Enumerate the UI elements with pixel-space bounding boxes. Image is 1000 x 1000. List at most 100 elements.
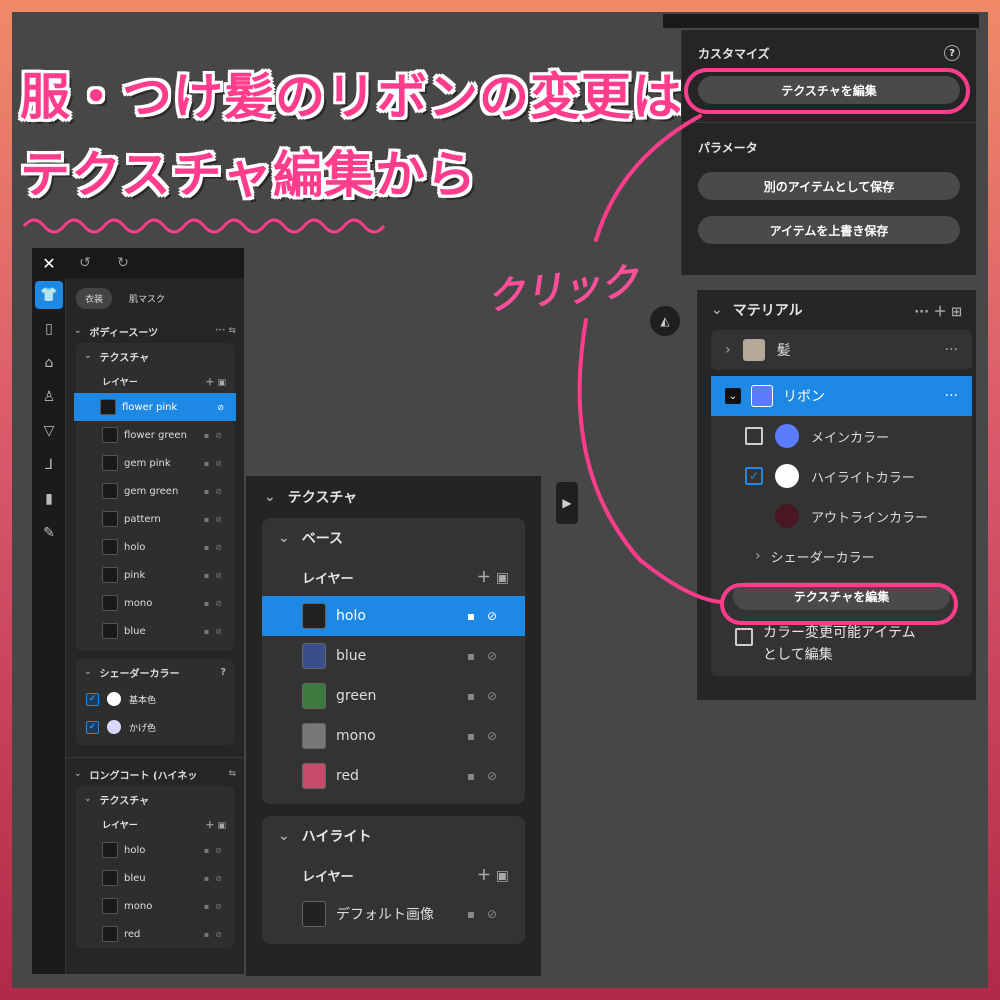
shader-item[interactable]: ✓ かげ色 xyxy=(76,713,234,741)
color-swatch[interactable] xyxy=(107,720,121,734)
lock-visibility-icons[interactable]: ▪⊘ xyxy=(204,846,228,855)
layer-item[interactable]: gem green ▪⊘ xyxy=(76,477,234,505)
layer-item[interactable]: red ▪⊘ xyxy=(262,756,525,796)
layer-name: flower green xyxy=(124,429,187,441)
top-icon[interactable]: ♙ xyxy=(32,380,66,414)
lock-visibility-icons[interactable]: ▪⊘ xyxy=(204,459,228,468)
lock-visibility-icons[interactable]: ▪⊘ xyxy=(204,627,228,636)
layer-item[interactable]: mono ▪⊘ xyxy=(262,716,525,756)
undo-icon[interactable]: ↺ xyxy=(66,248,104,278)
material-actions-icon[interactable]: ··· ＋ ⊞ xyxy=(914,301,962,320)
sock-icon[interactable]: ⅃ xyxy=(32,448,66,482)
checkbox-checked[interactable]: ✓ xyxy=(86,720,99,734)
accessory-icon[interactable]: ▮ xyxy=(32,482,66,516)
visibility-icon[interactable]: ⊘ xyxy=(217,403,230,412)
chevron-right-icon[interactable]: › xyxy=(725,342,731,358)
checkbox-unchecked[interactable] xyxy=(735,628,753,646)
close-icon[interactable]: ✕ xyxy=(32,248,66,278)
color-swatch[interactable] xyxy=(775,464,799,488)
color-outline[interactable]: アウトラインカラー xyxy=(711,496,972,536)
layer-item[interactable]: blue ▪⊘ xyxy=(262,636,525,676)
more-icon[interactable]: ··· ⇆ xyxy=(215,326,236,336)
layer-item[interactable]: pink ▪⊘ xyxy=(76,561,234,589)
lock-visibility-icons[interactable]: ▪⊘ xyxy=(204,515,228,524)
settings-icon[interactable]: ⇆ xyxy=(228,769,236,779)
layer-thumbnail xyxy=(102,842,118,858)
add-layer-icon[interactable]: ＋ ▣ xyxy=(205,375,226,388)
layer-item[interactable]: holo ▪⊘ xyxy=(76,533,234,561)
color-swatch[interactable] xyxy=(775,504,799,528)
chevron-down-icon[interactable]: ⌄ xyxy=(711,302,723,318)
pants-icon[interactable]: ▯ xyxy=(32,312,66,346)
lock-visibility-icons[interactable]: ▪⊘ xyxy=(204,487,228,496)
lock-visibility-icons[interactable]: ▪⊘ xyxy=(467,649,509,663)
save-as-new-button[interactable]: 別のアイテムとして保存 xyxy=(698,172,960,200)
more-icon[interactable]: ··· xyxy=(945,388,958,404)
texture-panel-header[interactable]: ⌄ テクスチャ xyxy=(246,476,541,518)
customize-title: カスタマイズ xyxy=(698,46,770,61)
layer-item[interactable]: mono ▪⊘ xyxy=(76,892,234,920)
layer-item[interactable]: bleu ▪⊘ xyxy=(76,864,234,892)
layer-item[interactable]: pattern ▪⊘ xyxy=(76,505,234,533)
layer-item[interactable]: gem pink ▪⊘ xyxy=(76,449,234,477)
lock-visibility-icons[interactable]: ▪⊘ xyxy=(204,543,228,552)
lock-visibility-icons[interactable]: ▪⊘ xyxy=(204,902,228,911)
checkbox-checked[interactable]: ✓ xyxy=(745,467,763,485)
shirt-icon[interactable]: 👕 xyxy=(35,281,63,309)
highlight-header[interactable]: ⌄ ハイライト xyxy=(262,816,525,856)
layer-item[interactable]: green ▪⊘ xyxy=(262,676,525,716)
lock-visibility-icons[interactable]: ▪⊘ xyxy=(467,689,509,703)
tab-costume[interactable]: 衣装 xyxy=(76,288,113,309)
bodysuit-texture-header[interactable]: ⌄ テクスチャ xyxy=(76,343,234,369)
checkbox-checked[interactable]: ✓ xyxy=(86,692,99,706)
shader-color-row[interactable]: › シェーダーカラー xyxy=(711,536,972,576)
redo-icon[interactable]: ↻ xyxy=(104,248,142,278)
lock-visibility-icons[interactable]: ▪⊘ xyxy=(204,431,228,440)
shader-color-header[interactable]: ⌄ シェーダーカラー ? xyxy=(76,659,234,685)
long-coat-texture-header[interactable]: ⌄ テクスチャ xyxy=(76,786,234,812)
layer-item[interactable]: blue ▪⊘ xyxy=(76,617,234,645)
checkbox-unchecked[interactable] xyxy=(745,427,763,445)
color-swatch[interactable] xyxy=(107,692,121,706)
chevron-down-icon[interactable]: ⌄ xyxy=(725,388,741,404)
overwrite-button[interactable]: アイテムを上書き保存 xyxy=(698,216,960,244)
color-main[interactable]: メインカラー xyxy=(711,416,972,456)
layer-item[interactable]: red ▪⊘ xyxy=(76,920,234,948)
lock-visibility-icons[interactable]: ▪⊘ xyxy=(204,571,228,580)
layer-item[interactable]: mono ▪⊘ xyxy=(76,589,234,617)
layer-item[interactable]: flower pink ⊘ xyxy=(74,393,236,421)
help-icon[interactable]: ? xyxy=(944,45,960,61)
lock-visibility-icons[interactable]: ▪⊘ xyxy=(204,874,228,883)
help-icon[interactable]: ? xyxy=(220,667,226,678)
section-bodysuit[interactable]: ⌄ ボディースーツ ··· ⇆ xyxy=(66,319,244,343)
material-item-ribbon[interactable]: ⌄ リボン ··· xyxy=(711,376,972,416)
lock-visibility-icons[interactable]: ▪⊘ xyxy=(204,599,228,608)
lock-visibility-icons[interactable]: ▪⊘ xyxy=(467,769,509,783)
material-item-hair[interactable]: › 髪 ··· xyxy=(711,330,972,370)
layer-item[interactable]: デフォルト画像 ▪⊘ xyxy=(262,894,525,934)
more-icon[interactable]: ··· xyxy=(945,342,958,358)
shader-item[interactable]: ✓ 基本色 xyxy=(76,685,234,713)
add-layer-icon[interactable]: ＋ ▣ xyxy=(477,567,509,587)
section-long-coat[interactable]: ⌄ ロングコート (ハイネッ ⇆ xyxy=(66,762,244,786)
add-layer-icon[interactable]: ＋ ▣ xyxy=(477,865,509,885)
color-changeable-line2: として編集 xyxy=(763,647,833,663)
layer-item[interactable]: holo ▪⊘ xyxy=(262,596,525,636)
lock-visibility-icons[interactable]: ▪⊘ xyxy=(204,930,228,939)
color-swatch[interactable] xyxy=(775,424,799,448)
brush-icon[interactable]: ✎ xyxy=(32,516,66,550)
base-header[interactable]: ⌄ ベース xyxy=(262,518,525,558)
lock-visibility-icons[interactable]: ▪⊘ xyxy=(467,907,509,921)
add-layer-icon[interactable]: ＋ ▣ xyxy=(205,818,226,831)
layer-label: レイヤー xyxy=(102,820,138,831)
tab-skin-mask[interactable]: 肌マスク xyxy=(120,288,174,309)
shoe-icon[interactable]: ⌂ xyxy=(32,346,66,380)
color-highlight[interactable]: ✓ ハイライトカラー xyxy=(711,456,972,496)
lock-visibility-icons[interactable]: ▪⊘ xyxy=(467,609,509,623)
underwear-icon[interactable]: ▽ xyxy=(32,414,66,448)
layer-item[interactable]: flower green ▪⊘ xyxy=(76,421,234,449)
lock-visibility-icons[interactable]: ▪⊘ xyxy=(467,729,509,743)
mirror-icon[interactable]: ◭ xyxy=(650,306,680,336)
layer-item[interactable]: holo ▪⊘ xyxy=(76,836,234,864)
cursor-icon[interactable]: ▶ xyxy=(556,482,578,524)
